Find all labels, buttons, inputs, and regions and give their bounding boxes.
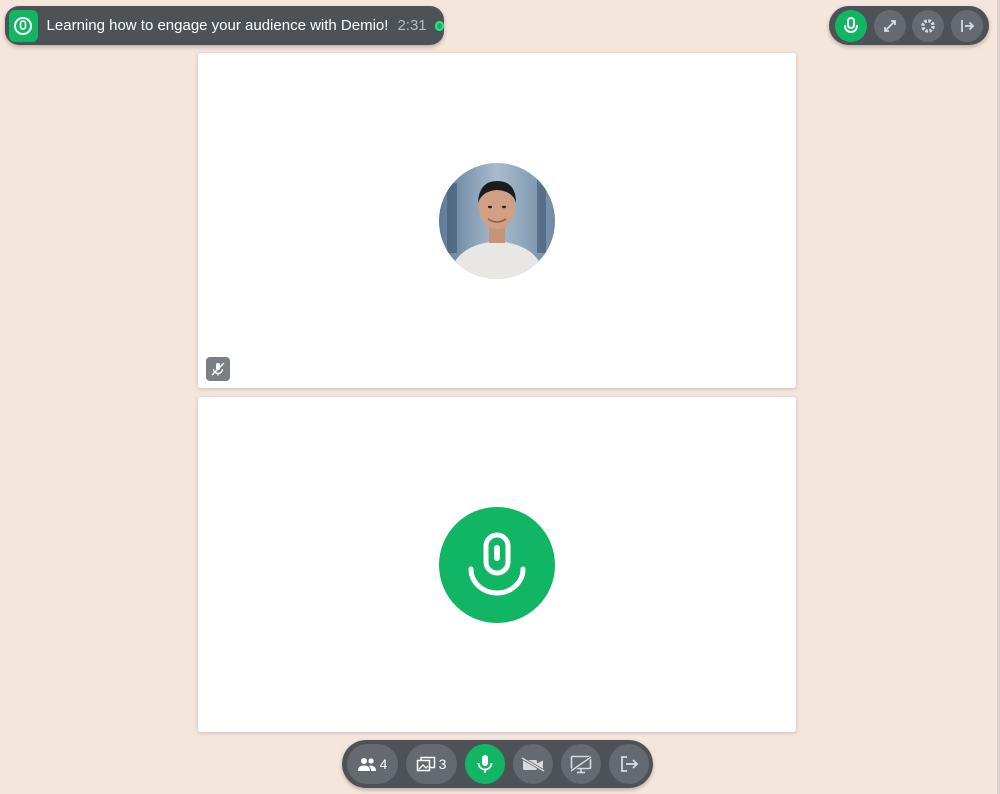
live-status-dot <box>434 20 444 31</box>
demio-logo-icon <box>14 16 33 35</box>
screen-share-off-icon <box>569 755 592 774</box>
video-tile-presenter <box>198 53 796 388</box>
microphone-icon <box>468 532 526 596</box>
demio-logo <box>9 9 38 42</box>
expand-icon <box>883 19 896 32</box>
audio-button[interactable] <box>835 9 868 42</box>
camera-off-icon <box>520 756 545 773</box>
exit-icon <box>620 756 638 772</box>
audio-only-indicator <box>439 507 555 623</box>
video-tile-audio-only <box>198 397 796 732</box>
people-icon <box>357 758 376 771</box>
handouts-count: 3 <box>438 756 447 772</box>
attendees-count: 4 <box>379 756 388 772</box>
session-title: Learning how to engage your audience wit… <box>46 17 389 34</box>
top-controls <box>829 6 989 45</box>
handouts-button[interactable]: 3 <box>405 744 457 784</box>
expand-button[interactable] <box>873 9 906 42</box>
leave-button[interactable] <box>950 9 983 42</box>
leave-session-button[interactable] <box>608 744 649 784</box>
camera-button[interactable] <box>512 744 553 784</box>
handouts-icon <box>416 756 435 772</box>
session-header: Learning how to engage your audience wit… <box>5 6 444 45</box>
session-timer: 2:31 <box>397 17 427 34</box>
attendees-button[interactable]: 4 <box>346 744 398 784</box>
microphone-icon <box>844 16 859 33</box>
microphone-muted-icon <box>211 362 225 376</box>
microphone-icon <box>477 755 492 773</box>
bottom-toolbar: 4 3 <box>342 740 653 788</box>
avatar-image <box>439 163 555 279</box>
microphone-button[interactable] <box>464 744 505 784</box>
muted-indicator <box>206 357 230 381</box>
screen-share-button[interactable] <box>560 744 601 784</box>
settings-button[interactable] <box>912 9 945 42</box>
exit-icon <box>960 19 975 32</box>
presenter-avatar <box>439 163 555 279</box>
gear-icon <box>921 18 936 33</box>
